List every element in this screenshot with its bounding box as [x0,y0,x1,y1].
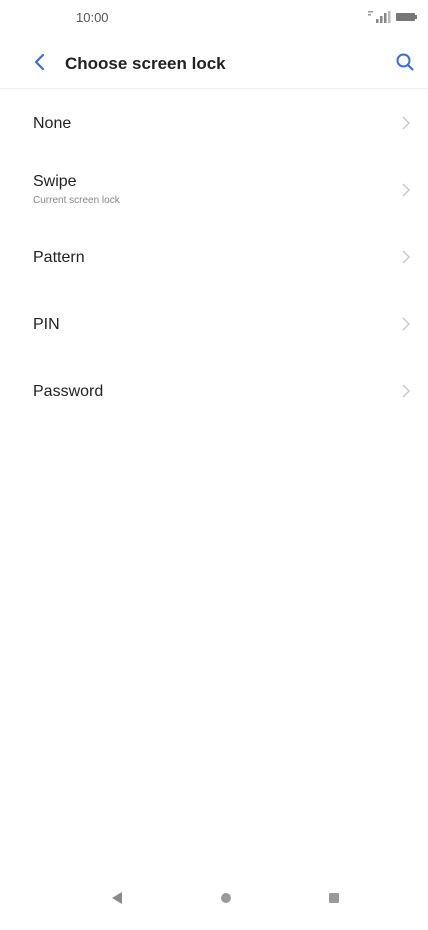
screen: 10:00 Choose screen lock None Swipe Curr… [0,0,428,930]
option-none[interactable]: None [0,90,428,157]
option-label: Pattern [33,249,85,266]
back-arrow-icon [33,53,47,76]
nav-recents-icon [327,891,341,910]
battery-icon [396,10,418,28]
page-title: Choose screen lock [65,54,226,73]
nav-recents-button[interactable] [322,888,346,912]
option-pin[interactable]: PIN [0,291,428,358]
nav-home-icon [219,891,233,910]
navigation-bar [0,870,428,930]
status-time: 10:00 [76,10,109,25]
option-label: Swipe [33,173,77,190]
option-password[interactable]: Password [0,358,428,425]
option-sublabel: Current screen lock [33,195,120,206]
status-bar: 10:00 [0,0,428,36]
signal-icon [366,10,392,28]
nav-back-button[interactable] [105,888,129,912]
chevron-right-icon [400,114,412,132]
chevron-right-icon [400,181,412,199]
option-label: PIN [33,316,60,333]
nav-home-button[interactable] [214,888,238,912]
option-pattern[interactable]: Pattern [0,224,428,291]
back-button[interactable] [28,52,52,76]
chevron-right-icon [400,382,412,400]
option-label: Password [33,383,104,400]
screen-lock-options: None Swipe Current screen lock Pattern P… [0,90,428,425]
option-swipe[interactable]: Swipe Current screen lock [0,157,428,224]
search-icon [395,52,415,77]
chevron-right-icon [400,248,412,266]
search-button[interactable] [392,51,418,77]
status-icons [366,10,418,28]
option-label: None [33,115,72,132]
app-header: Choose screen lock [0,42,428,89]
nav-back-icon [110,891,124,910]
chevron-right-icon [400,315,412,333]
